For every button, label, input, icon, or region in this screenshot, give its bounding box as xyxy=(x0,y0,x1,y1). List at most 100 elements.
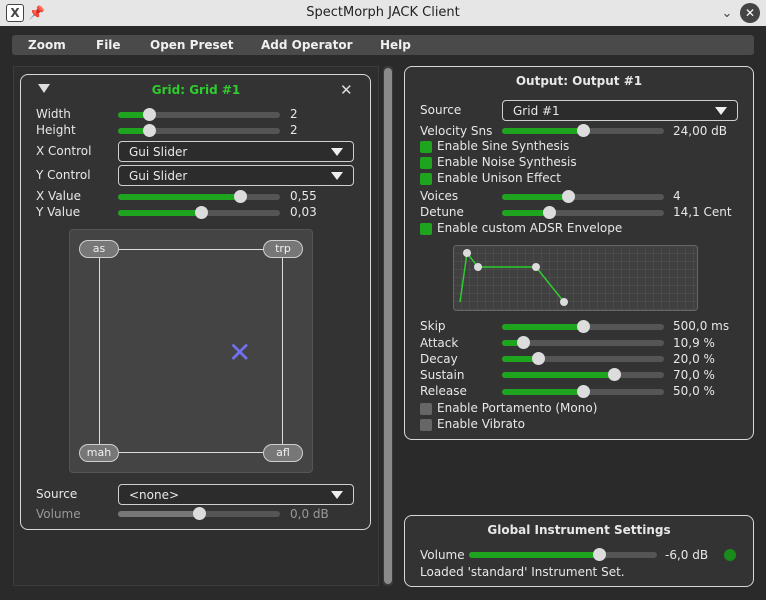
global-volume-value: -6,0 dB xyxy=(665,548,709,562)
release-slider[interactable] xyxy=(502,385,664,398)
scrollbar-thumb[interactable] xyxy=(384,68,392,584)
slider-handle[interactable] xyxy=(592,548,606,561)
y-control-combo[interactable]: Gui Slider xyxy=(118,165,354,186)
menu-add-operator[interactable]: Add Operator xyxy=(261,38,353,52)
slider-handle[interactable] xyxy=(607,368,621,381)
sustain-slider[interactable] xyxy=(502,368,664,381)
grid-node-bottom-left[interactable]: mah xyxy=(79,444,119,462)
slider-handle[interactable] xyxy=(577,385,590,398)
detune-value: 14,1 Cent xyxy=(673,205,732,219)
menu-zoom[interactable]: Zoom xyxy=(28,38,66,52)
velocity-slider[interactable] xyxy=(502,124,664,137)
grid-title: Grid: Grid #1 xyxy=(151,83,241,97)
grid-volume-slider[interactable] xyxy=(118,507,280,520)
width-slider[interactable] xyxy=(118,108,280,121)
x-value-slider[interactable] xyxy=(118,190,280,203)
close-icon[interactable]: ✕ xyxy=(740,3,760,23)
window-title: SpectMorph JACK Client xyxy=(306,5,460,20)
slider-fill xyxy=(502,194,569,200)
slider-fill xyxy=(469,552,599,558)
voices-label: Voices xyxy=(420,189,459,203)
output-source-combo[interactable]: Grid #1 xyxy=(502,100,738,121)
unison-effect-checkbox[interactable] xyxy=(420,173,432,185)
unison-effect-label: Enable Unison Effect xyxy=(437,171,561,185)
dropdown-arrow-icon xyxy=(715,107,727,115)
sine-synthesis-label: Enable Sine Synthesis xyxy=(437,139,570,153)
x-control-label: X Control xyxy=(36,144,92,158)
slider-fill xyxy=(118,194,241,200)
grid-node-top-left[interactable]: as xyxy=(79,240,119,258)
decay-slider[interactable] xyxy=(502,352,664,365)
x-value-value: 0,55 xyxy=(290,189,317,203)
slider-handle[interactable] xyxy=(577,124,590,137)
sine-synthesis-checkbox[interactable] xyxy=(420,141,432,153)
height-slider[interactable] xyxy=(118,124,280,137)
attack-value: 10,9 % xyxy=(673,336,715,350)
slider-handle[interactable] xyxy=(531,352,545,365)
release-value: 50,0 % xyxy=(673,384,715,398)
output-title: Output: Output #1 xyxy=(515,74,643,88)
grid-node-top-right[interactable]: trp xyxy=(263,240,303,258)
menu-bar: Zoom File Open Preset Add Operator Help xyxy=(12,35,754,55)
width-value: 2 xyxy=(290,107,298,121)
slider-handle[interactable] xyxy=(142,108,156,121)
attack-slider[interactable] xyxy=(502,336,664,349)
slider-fill xyxy=(118,210,202,216)
portamento-checkbox[interactable] xyxy=(420,403,432,415)
output-source-value: Grid #1 xyxy=(513,104,560,118)
adsr-envelope-graph[interactable] xyxy=(453,245,698,311)
portamento-label: Enable Portamento (Mono) xyxy=(437,401,598,415)
skip-slider[interactable] xyxy=(502,320,664,333)
release-label: Release xyxy=(420,384,467,398)
vibrato-checkbox[interactable] xyxy=(420,419,432,431)
attack-label: Attack xyxy=(420,336,459,350)
sustain-value: 70,0 % xyxy=(673,368,715,382)
grid-position-marker[interactable]: ✕ xyxy=(228,339,251,367)
scrollbar-track[interactable] xyxy=(383,66,393,586)
menu-help[interactable]: Help xyxy=(380,38,411,52)
voices-slider[interactable] xyxy=(502,190,664,203)
slider-fill xyxy=(502,128,583,134)
global-volume-slider[interactable] xyxy=(469,548,657,561)
skip-value: 500,0 ms xyxy=(673,319,730,333)
global-volume-label: Volume xyxy=(420,548,465,562)
y-value-label: Y Value xyxy=(36,205,81,219)
grid-source-combo[interactable]: <none> xyxy=(118,484,354,505)
grid-lines xyxy=(99,249,283,453)
close-icon[interactable]: ✕ xyxy=(340,81,353,99)
slider-fill xyxy=(118,511,199,517)
adsr-handle-decay xyxy=(474,263,482,271)
status-text: Loaded 'standard' Instrument Set. xyxy=(420,565,625,579)
velocity-value: 24,00 dB xyxy=(673,124,728,138)
y-control-label: Y Control xyxy=(36,168,91,182)
y-value-value: 0,03 xyxy=(290,205,317,219)
grid-node-bottom-right[interactable]: afl xyxy=(263,444,303,462)
grid-volume-label: Volume xyxy=(36,507,81,521)
chevron-down-icon[interactable]: ⌄ xyxy=(718,4,736,22)
output-source-label: Source xyxy=(420,103,462,117)
skip-label: Skip xyxy=(420,319,446,333)
dropdown-arrow-icon xyxy=(331,148,343,156)
slider-handle[interactable] xyxy=(577,320,590,333)
y-value-slider[interactable] xyxy=(118,206,280,219)
detune-slider[interactable] xyxy=(502,206,664,219)
menu-file[interactable]: File xyxy=(96,38,121,52)
adsr-checkbox[interactable] xyxy=(420,223,432,235)
slider-handle[interactable] xyxy=(193,507,206,520)
grid-source-value: <none> xyxy=(129,488,180,502)
triangle-down-icon[interactable] xyxy=(38,84,50,93)
title-bar: X 📌 SpectMorph JACK Client ⌄ ✕ xyxy=(0,0,766,26)
menu-open-preset[interactable]: Open Preset xyxy=(150,38,234,52)
decay-value: 20,0 % xyxy=(673,352,715,366)
slider-handle[interactable] xyxy=(142,124,156,137)
x-control-combo[interactable]: Gui Slider xyxy=(118,141,354,162)
sustain-label: Sustain xyxy=(420,368,465,382)
slider-fill xyxy=(502,389,583,395)
slider-handle[interactable] xyxy=(517,336,531,349)
slider-handle[interactable] xyxy=(542,206,556,219)
adsr-label: Enable custom ADSR Envelope xyxy=(437,221,623,235)
voices-value: 4 xyxy=(673,189,681,203)
noise-synthesis-checkbox[interactable] xyxy=(420,157,432,169)
grid-source-label: Source xyxy=(36,487,78,501)
width-label: Width xyxy=(36,107,71,121)
